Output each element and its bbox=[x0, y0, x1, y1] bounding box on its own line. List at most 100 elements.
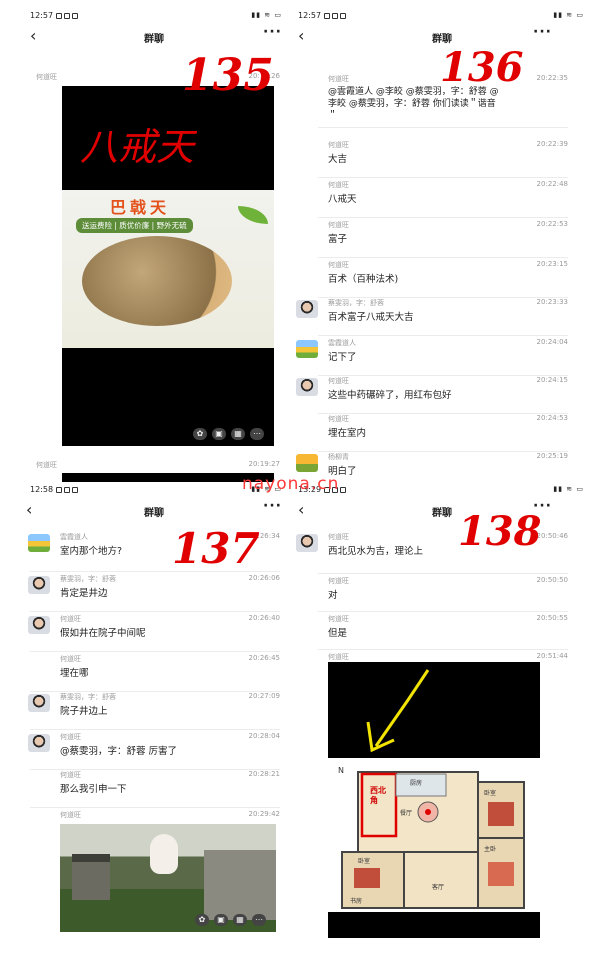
avatar[interactable] bbox=[296, 340, 318, 358]
timestamp: 20:23:33 bbox=[536, 298, 568, 306]
timestamp: 20:19:27 bbox=[248, 460, 280, 468]
grid-icon[interactable]: ▦ bbox=[233, 914, 247, 926]
handwritten-page-number: 137 bbox=[172, 524, 260, 573]
shared-image[interactable]: 八戒天 巴戟天 送运费险 | 质优价廉 | 野外无硫 ✿ ▣ ▦ ⋯ bbox=[62, 86, 274, 446]
timestamp: 20:50:50 bbox=[536, 576, 568, 584]
more-icon[interactable]: ⋯ bbox=[252, 914, 266, 926]
sender-name: 雲霞道人 bbox=[328, 339, 356, 347]
notification-icons bbox=[324, 12, 348, 21]
message-text: 李皎 @蔡雯羽，字：舒蓉 你们读读＂谐音 bbox=[328, 99, 496, 109]
chat-title: 群聊 bbox=[144, 508, 164, 519]
timestamp: 20:25:19 bbox=[536, 452, 568, 460]
timestamp: 20:50:55 bbox=[536, 614, 568, 622]
sender-name: 何道旺 bbox=[328, 377, 349, 385]
avatar[interactable] bbox=[28, 576, 50, 594]
timestamp: 20:22:35 bbox=[536, 74, 568, 82]
timestamp: 20:24:04 bbox=[536, 338, 568, 346]
photo-toolbar: ✿ ▣ ▦ ⋯ bbox=[195, 914, 266, 926]
message-item: 蔡雯羽，字：舒蓉 20:27:09 院子井边上 bbox=[28, 692, 280, 730]
timestamp: 20:22:39 bbox=[536, 140, 568, 148]
message-text: 但是 bbox=[328, 628, 348, 639]
chat-screenshot-138: 13:29 ▮▮ ≋ ▭ ‹ 群聊 ··· 何道旺 20:50:46 西北见水为… bbox=[292, 482, 592, 962]
sender-name: 何道旺 bbox=[60, 771, 81, 779]
message-text: 百术富子八戒天大吉 bbox=[328, 312, 414, 323]
status-time: 12:58 bbox=[30, 485, 54, 494]
herb-pile bbox=[82, 236, 232, 326]
more-menu-button[interactable]: ··· bbox=[533, 24, 552, 40]
timestamp: 20:26:40 bbox=[248, 614, 280, 622]
avatar[interactable] bbox=[296, 378, 318, 396]
sender-name: 何道旺 bbox=[328, 653, 349, 661]
message-item: 何道旺 20:28:21 那么我引申一下 bbox=[30, 770, 280, 808]
timestamp: 20:24:15 bbox=[536, 376, 568, 384]
sender-name: 杨柳青 bbox=[328, 453, 349, 461]
room-label: 餐厅 bbox=[400, 810, 413, 817]
message-text: 八戒天 bbox=[328, 194, 357, 205]
avatar[interactable] bbox=[28, 734, 50, 752]
message-header: 何道旺 20:19:27 bbox=[30, 460, 280, 474]
image-overlay-area: 八戒天 bbox=[62, 86, 274, 190]
shrine-structure bbox=[72, 854, 110, 900]
more-menu-button[interactable]: ··· bbox=[263, 24, 282, 40]
message-item: 何道旺 20:24:53 埋在室内 bbox=[318, 414, 568, 452]
message-text: 那么我引申一下 bbox=[60, 784, 127, 795]
timestamp: 20:22:48 bbox=[536, 180, 568, 188]
house-wall bbox=[204, 850, 276, 920]
avatar[interactable] bbox=[28, 694, 50, 712]
room-label: 卧室 bbox=[358, 858, 371, 865]
message-text: 对 bbox=[328, 590, 338, 601]
download-icon[interactable]: ▣ bbox=[212, 428, 226, 440]
sender-name: 何道旺 bbox=[328, 141, 349, 149]
well-photo[interactable]: ✿ ▣ ▦ ⋯ bbox=[60, 824, 276, 932]
message-text: 院子井边上 bbox=[60, 706, 108, 717]
message-text: 室内那个地方? bbox=[60, 546, 123, 557]
flower-icon[interactable]: ✿ bbox=[193, 428, 207, 440]
signal-battery-icons: ▮▮ ≋ ▭ bbox=[553, 485, 584, 493]
message-item: 何道旺 20:24:15 这些中药碾碎了，用红布包好 bbox=[296, 376, 568, 414]
floor-plan-image[interactable]: N 西北角 厨房 餐厅 卧室 主卧 客厅 卧室 书房 bbox=[328, 662, 540, 938]
message-text: ＂ bbox=[328, 111, 338, 121]
message-text: 记下了 bbox=[328, 352, 357, 363]
photo-toolbar: ✿ ▣ ▦ ⋯ bbox=[193, 428, 264, 440]
message-item: 何道旺 20:26:40 假如井在院子中间呢 bbox=[28, 614, 280, 652]
notification-icons bbox=[56, 486, 80, 495]
status-time: 12:57 bbox=[30, 11, 54, 20]
download-icon[interactable]: ▣ bbox=[214, 914, 228, 926]
sender-name: 何道旺 bbox=[328, 181, 349, 189]
avatar[interactable] bbox=[296, 300, 318, 318]
room-label: 客厅 bbox=[432, 884, 445, 891]
northwest-corner-label: 西北角 bbox=[370, 786, 386, 805]
timestamp: 20:23:15 bbox=[536, 260, 568, 268]
avatar[interactable] bbox=[28, 616, 50, 634]
chat-screenshot-135: 12:57 ▮▮ ≋ ▭ ‹ 群聊 ··· 何道旺 20:19:26 八戒天 巴… bbox=[4, 8, 304, 488]
sender-name: 何道旺 bbox=[60, 811, 81, 819]
avatar[interactable] bbox=[296, 454, 318, 472]
sender-name: 何道旺 bbox=[36, 73, 57, 81]
flower-icon[interactable]: ✿ bbox=[195, 914, 209, 926]
status-bar: 12:57 ▮▮ ≋ ▭ bbox=[292, 8, 592, 24]
message-item: 何道旺 20:22:39 大吉 bbox=[318, 140, 568, 178]
message-item: 何道旺 20:22:48 八戒天 bbox=[318, 180, 568, 218]
avatar[interactable] bbox=[296, 534, 318, 552]
sender-name: 何道旺 bbox=[328, 615, 349, 623]
sender-name: 何道旺 bbox=[328, 577, 349, 585]
message-text: 大吉 bbox=[328, 154, 348, 165]
timestamp: 20:29:42 bbox=[248, 810, 280, 818]
more-menu-button[interactable]: ··· bbox=[263, 498, 282, 514]
more-icon[interactable]: ⋯ bbox=[250, 428, 264, 440]
message-text: 西北见水为吉，理论上 bbox=[328, 546, 424, 557]
sender-name: 何道旺 bbox=[328, 75, 349, 83]
status-time: 12:57 bbox=[298, 11, 322, 20]
message-item: 何道旺 20:22:53 富子 bbox=[318, 220, 568, 258]
sender-name: 何道旺 bbox=[328, 261, 349, 269]
sender-name: 何道旺 bbox=[328, 221, 349, 229]
timestamp: 20:28:04 bbox=[248, 732, 280, 740]
sender-name: 何道旺 bbox=[328, 415, 349, 423]
signal-battery-icons: ▮▮ ≋ ▭ bbox=[251, 11, 282, 19]
message-text: 假如井在院子中间呢 bbox=[60, 628, 146, 639]
notification-icons bbox=[56, 12, 80, 21]
grid-icon[interactable]: ▦ bbox=[231, 428, 245, 440]
message-text: 肯定是井边 bbox=[60, 588, 108, 599]
avatar[interactable] bbox=[28, 534, 50, 552]
timestamp: 20:24:53 bbox=[536, 414, 568, 422]
